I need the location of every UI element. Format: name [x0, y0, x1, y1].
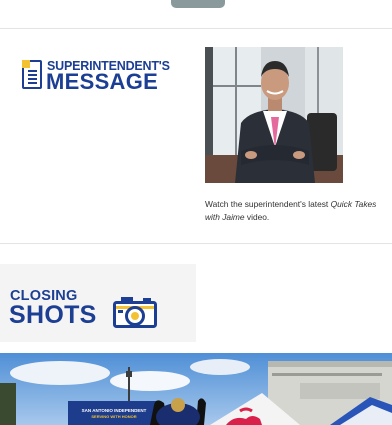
banner-line1: SAN ANTONIO INDEPENDENT: [82, 408, 147, 413]
caption-prefix: Watch the superintendent's latest: [205, 199, 331, 209]
section-divider: [0, 28, 392, 29]
document-icon: [22, 60, 42, 89]
caption-suffix: video.: [244, 212, 270, 222]
event-photo[interactable]: SAN ANTONIO INDEPENDENT SERVING WITH HON…: [0, 353, 392, 425]
portrait-photo: [205, 47, 343, 183]
banner-line2: SERVING WITH HONOR: [91, 414, 136, 419]
logo-big-text: MESSAGE: [46, 69, 159, 94]
camera-icon: [113, 297, 157, 328]
superintendents-message-logo: SUPERINTENDENT'S MESSAGE: [22, 60, 184, 94]
section-divider: [0, 243, 392, 244]
top-tab[interactable]: [171, 0, 225, 8]
event-photo-image: SAN ANTONIO INDEPENDENT SERVING WITH HON…: [0, 353, 392, 425]
shots-word: SHOTS: [9, 301, 97, 329]
superintendent-photo[interactable]: [205, 47, 343, 183]
video-caption: Watch the superintendent's latest Quick …: [205, 198, 387, 224]
